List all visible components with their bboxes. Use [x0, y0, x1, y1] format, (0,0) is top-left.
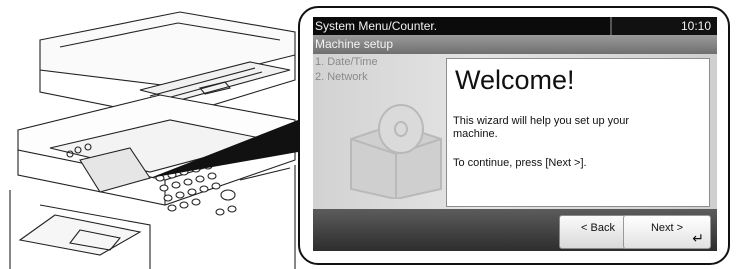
clock: 10:10	[680, 19, 711, 33]
welcome-dialog: Welcome! This wizard will help you set u…	[446, 58, 710, 207]
continue-text: To continue, press [Next >].	[453, 157, 587, 169]
screen-title: System Menu/Counter.	[313, 17, 610, 35]
box-disc-watermark-icon	[350, 104, 442, 199]
status-bar: System Menu/Counter. 10:10	[313, 17, 717, 35]
next-button-label: Next >	[650, 222, 684, 234]
status-divider	[610, 17, 612, 35]
touch-screen: System Menu/Counter. 10:10 Machine setup…	[313, 17, 717, 251]
enter-return-icon: ↵	[692, 230, 704, 246]
subheader: Machine setup	[313, 35, 717, 54]
printer-illustration	[9, 11, 296, 269]
welcome-heading: Welcome!	[455, 65, 575, 95]
next-button[interactable]: Next > ↵	[623, 215, 711, 249]
step-network: 2. Network	[315, 71, 368, 83]
back-button-label: < Back	[581, 222, 615, 234]
content-area: 1. Date/Time 2. Network Welcome! This wi…	[313, 54, 717, 209]
button-bar: < Back Next > ↵	[313, 209, 717, 251]
welcome-text: This wizard will help you set up your ma…	[453, 115, 630, 140]
step-date-time: 1. Date/Time	[315, 56, 378, 68]
